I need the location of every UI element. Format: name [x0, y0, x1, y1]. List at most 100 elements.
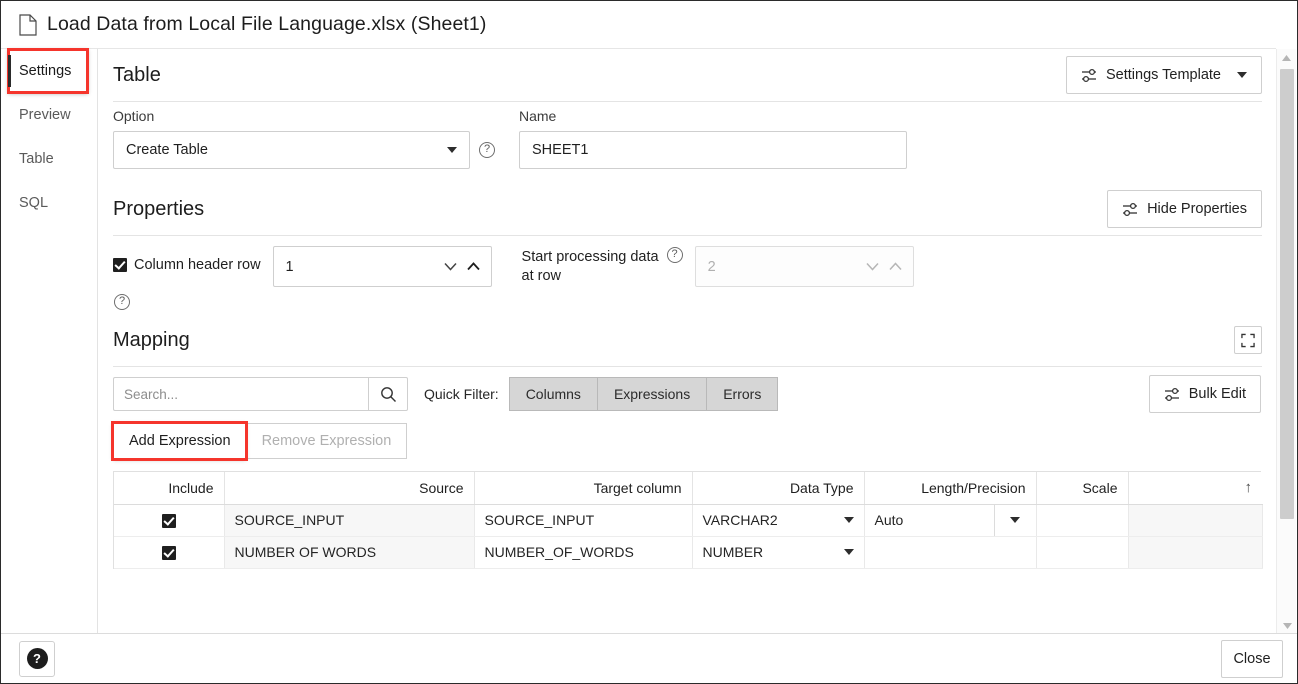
- length-precision-value: Auto: [865, 512, 994, 528]
- name-input[interactable]: [519, 131, 907, 169]
- start-processing-group: Start processing data at row ?: [522, 246, 683, 286]
- table-section-header: Table Settings Template: [98, 49, 1276, 101]
- column-header-row-checkbox[interactable]: [113, 258, 127, 272]
- properties-section-title: Properties: [113, 198, 204, 221]
- expand-mapping-button[interactable]: [1234, 326, 1262, 354]
- column-header-row-stepper[interactable]: 1: [273, 246, 492, 287]
- scroll-up-button[interactable]: [1277, 49, 1296, 66]
- help-circle-icon[interactable]: ?: [114, 294, 130, 310]
- chevron-up-icon[interactable]: [467, 262, 480, 271]
- cell-target-column[interactable]: SOURCE_INPUT: [474, 504, 692, 536]
- cell-target-column[interactable]: NUMBER_OF_WORDS: [474, 536, 692, 568]
- quick-filter-expressions[interactable]: Expressions: [597, 377, 706, 411]
- bulk-edit-label: Bulk Edit: [1189, 386, 1246, 402]
- column-header-row-value: 1: [286, 259, 294, 275]
- expand-icon: [1241, 333, 1255, 348]
- sliders-icon: [1122, 202, 1139, 217]
- column-header-source[interactable]: Source: [224, 472, 474, 504]
- column-header-length-precision[interactable]: Length/Precision: [864, 472, 1036, 504]
- column-header-include[interactable]: Include: [114, 472, 224, 504]
- cell-data-type[interactable]: VARCHAR2: [692, 504, 864, 536]
- properties-section-header: Properties Hide Properties: [98, 183, 1276, 235]
- add-expression-button[interactable]: Add Expression: [113, 423, 246, 459]
- sliders-icon: [1164, 387, 1181, 402]
- cell-spacer: [1128, 536, 1262, 568]
- option-field-group: Option Create Table ?: [113, 108, 495, 169]
- chevron-up-icon: [1282, 55, 1291, 61]
- mapping-section-header: Mapping: [98, 314, 1276, 366]
- cell-length-precision[interactable]: [864, 536, 1036, 568]
- chevron-down-icon: [447, 147, 457, 153]
- sidebar-item-label: SQL: [19, 195, 48, 211]
- table-fields-row: Option Create Table ? Name: [98, 102, 1276, 169]
- chevron-down-icon: [1010, 517, 1020, 523]
- include-checkbox[interactable]: [162, 546, 176, 560]
- cell-data-type[interactable]: NUMBER: [692, 536, 864, 568]
- mapping-section-title: Mapping: [113, 329, 190, 352]
- mapping-grid: Include Source Target column Data Type L…: [113, 471, 1261, 569]
- data-type-value: VARCHAR2: [703, 512, 778, 528]
- hide-properties-label: Hide Properties: [1147, 201, 1247, 217]
- title-bar: Load Data from Local File Language.xlsx …: [1, 1, 1297, 48]
- scrollbar-thumb[interactable]: [1280, 69, 1294, 519]
- properties-controls: Column header row 1 Start processing dat…: [98, 236, 1276, 287]
- cell-include[interactable]: [114, 504, 224, 536]
- sidebar-item-label: Preview: [19, 107, 71, 123]
- cell-include[interactable]: [114, 536, 224, 568]
- scroll-down-button[interactable]: [1277, 617, 1297, 634]
- start-processing-stepper[interactable]: 2: [695, 246, 914, 287]
- close-button[interactable]: Close: [1221, 640, 1283, 678]
- help-circle-icon[interactable]: ?: [667, 247, 683, 263]
- cell-scale[interactable]: [1036, 536, 1128, 568]
- settings-panel: Table Settings Template Option Create Ta…: [98, 48, 1276, 634]
- page-title: Load Data from Local File Language.xlsx …: [47, 13, 486, 36]
- column-header-data-type[interactable]: Data Type: [692, 472, 864, 504]
- load-data-dialog: Load Data from Local File Language.xlsx …: [0, 0, 1298, 684]
- sidebar-item-preview[interactable]: Preview: [1, 93, 97, 137]
- bulk-edit-button[interactable]: Bulk Edit: [1149, 375, 1261, 413]
- cell-length-precision[interactable]: Auto: [864, 504, 1036, 536]
- search-input[interactable]: [113, 377, 368, 411]
- sidebar-item-sql[interactable]: SQL: [1, 181, 97, 225]
- search-icon: [380, 386, 397, 403]
- data-type-value: NUMBER: [703, 544, 764, 560]
- sidebar-item-settings[interactable]: Settings: [8, 49, 88, 93]
- quick-filter-columns[interactable]: Columns: [509, 377, 597, 411]
- question-mark-icon: ?: [27, 648, 48, 669]
- chevron-down-icon[interactable]: [444, 262, 457, 271]
- help-circle-icon[interactable]: ?: [479, 142, 495, 158]
- cell-scale[interactable]: [1036, 504, 1128, 536]
- start-processing-label-line2: at row: [522, 268, 562, 284]
- column-header-scale[interactable]: Scale: [1036, 472, 1128, 504]
- hide-properties-button[interactable]: Hide Properties: [1107, 190, 1262, 228]
- column-header-row-label: Column header row: [134, 257, 261, 273]
- include-checkbox[interactable]: [162, 514, 176, 528]
- sidebar-tabs: Settings Preview Table SQL: [1, 48, 98, 634]
- chevron-down-icon[interactable]: [844, 517, 854, 523]
- start-processing-label: Start processing data at row: [522, 246, 659, 286]
- sidebar-item-label: Table: [19, 151, 54, 167]
- chevron-down-icon[interactable]: [844, 549, 854, 555]
- sidebar-item-table[interactable]: Table: [1, 137, 97, 181]
- document-icon: [19, 14, 37, 36]
- cell-spacer: [1128, 504, 1262, 536]
- column-header-target-column[interactable]: Target column: [474, 472, 692, 504]
- mapping-toolbar: Quick Filter: Columns Expressions Errors…: [98, 367, 1276, 413]
- expression-button-group: Add Expression Remove Expression: [98, 413, 1276, 459]
- search-button[interactable]: [368, 377, 408, 411]
- column-header-sort[interactable]: ↑: [1128, 472, 1262, 504]
- settings-template-label: Settings Template: [1106, 67, 1221, 83]
- chevron-down-icon[interactable]: [866, 262, 879, 271]
- help-button[interactable]: ?: [19, 641, 55, 677]
- quick-filter-label: Quick Filter:: [424, 386, 499, 402]
- length-precision-dropdown-button[interactable]: [994, 505, 1036, 536]
- table-row[interactable]: NUMBER OF WORDS NUMBER_OF_WORDS NUMBER: [114, 536, 1262, 568]
- sort-ascending-icon: ↑: [1245, 479, 1253, 496]
- chevron-up-icon[interactable]: [889, 262, 902, 271]
- option-select[interactable]: Create Table: [113, 131, 470, 169]
- quick-filter-errors[interactable]: Errors: [706, 377, 778, 411]
- vertical-scrollbar[interactable]: [1276, 49, 1296, 634]
- cell-source: SOURCE_INPUT: [224, 504, 474, 536]
- settings-template-button[interactable]: Settings Template: [1066, 56, 1262, 94]
- table-row[interactable]: SOURCE_INPUT SOURCE_INPUT VARCHAR2 Auto: [114, 504, 1262, 536]
